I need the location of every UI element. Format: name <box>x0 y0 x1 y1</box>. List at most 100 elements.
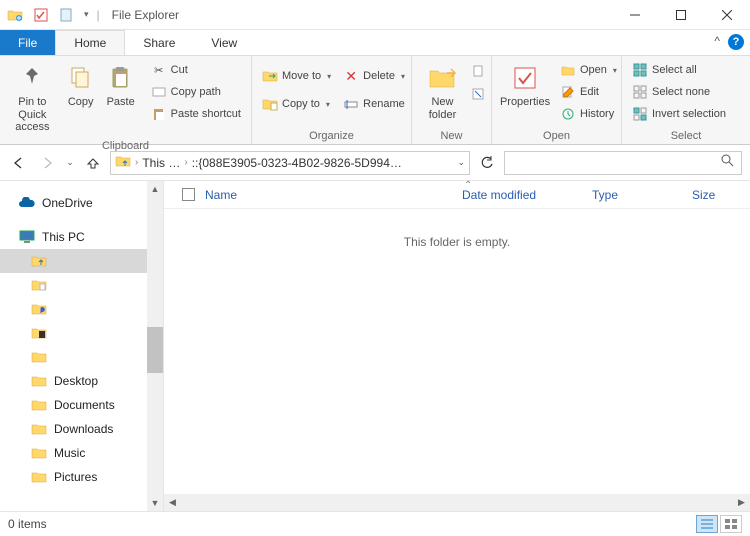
tab-view[interactable]: View <box>193 30 255 55</box>
select-all-checkbox[interactable] <box>182 188 195 201</box>
recent-dropdown[interactable]: ⌄ <box>64 152 76 174</box>
address-icon <box>115 153 131 172</box>
breadcrumb-thispc[interactable]: This … <box>142 156 180 170</box>
new-folder-button[interactable]: New folder <box>418 60 467 123</box>
help-icon[interactable]: ? <box>728 34 744 50</box>
window-title: File Explorer <box>112 8 179 22</box>
folder-icon <box>30 253 48 269</box>
folder-icon <box>30 301 48 317</box>
qat-properties-icon[interactable] <box>32 6 50 24</box>
navigation-tree[interactable]: OneDrive This PC Desktop Documents Downl… <box>0 181 164 511</box>
tree-item-music[interactable]: Music <box>0 441 163 465</box>
tab-file[interactable]: File <box>0 30 55 55</box>
refresh-button[interactable] <box>476 156 498 170</box>
up-button[interactable] <box>82 152 104 174</box>
scroll-right-icon[interactable]: ▶ <box>733 497 750 508</box>
column-type[interactable]: Type <box>584 188 684 202</box>
tree-item[interactable] <box>0 345 163 369</box>
folder-icon <box>30 445 48 461</box>
column-date[interactable]: Date modified <box>454 188 584 202</box>
group-select-label: Select <box>622 130 750 144</box>
invert-selection-button[interactable]: Invert selection <box>628 104 730 124</box>
group-organize-label: Organize <box>252 130 411 144</box>
minimize-button[interactable] <box>612 0 658 30</box>
select-none-button[interactable]: Select none <box>628 82 730 102</box>
open-icon <box>560 62 576 78</box>
delete-button[interactable]: ✕Delete <box>339 66 409 86</box>
column-headers: ⌃ Name Date modified Type Size <box>164 181 750 209</box>
paste-icon <box>105 62 137 94</box>
qat-dropdown-icon[interactable]: ▾ <box>84 9 89 20</box>
tree-item[interactable] <box>0 321 163 345</box>
address-bar[interactable]: › This … › ::{088E3905-0323-4B02-9826-5D… <box>110 151 470 175</box>
edit-icon <box>560 84 576 100</box>
pin-to-quick-access-button[interactable]: Pin to Quick access <box>6 60 59 136</box>
select-all-icon <box>632 62 648 78</box>
sort-indicator-icon: ⌃ <box>464 180 472 191</box>
rename-button[interactable]: Rename <box>339 94 409 114</box>
scroll-up-icon[interactable]: ▲ <box>147 181 163 197</box>
paste-shortcut-button[interactable]: Paste shortcut <box>147 104 245 124</box>
select-none-icon <box>632 84 648 100</box>
folder-icon <box>30 373 48 389</box>
item-count: 0 items <box>8 517 47 531</box>
column-name[interactable]: Name <box>174 188 454 202</box>
status-bar: 0 items <box>0 511 750 535</box>
thispc-icon <box>18 229 36 245</box>
open-button[interactable]: Open <box>556 60 621 80</box>
easy-access-icon[interactable] <box>471 87 485 104</box>
scroll-thumb[interactable] <box>147 327 163 373</box>
tree-item-selected-folder[interactable] <box>0 249 163 273</box>
history-button[interactable]: History <box>556 104 621 124</box>
address-dropdown-icon[interactable]: ⌄ <box>457 157 465 168</box>
qat-newfolder-icon[interactable] <box>58 6 76 24</box>
tree-item[interactable] <box>0 297 163 321</box>
onedrive-icon <box>18 195 36 211</box>
scroll-left-icon[interactable]: ◀ <box>164 497 181 508</box>
tree-item[interactable] <box>0 273 163 297</box>
paste-shortcut-icon <box>151 106 167 122</box>
forward-button[interactable] <box>36 152 58 174</box>
cut-button[interactable]: ✂Cut <box>147 60 245 80</box>
copy-to-button[interactable]: Copy to <box>258 94 335 114</box>
ribbon-collapse-icon[interactable]: ^ <box>714 34 720 48</box>
edit-button[interactable]: Edit <box>556 82 621 102</box>
tree-item-desktop[interactable]: Desktop <box>0 369 163 393</box>
ribbon: Pin to Quick access Copy Paste ✂Cut Copy… <box>0 55 750 145</box>
folder-icon <box>30 349 48 365</box>
folder-icon <box>30 277 48 293</box>
tree-item-onedrive[interactable]: OneDrive <box>0 191 163 215</box>
tree-item-pictures[interactable]: Pictures <box>0 465 163 489</box>
scroll-down-icon[interactable]: ▼ <box>147 495 163 511</box>
qat-app-icon <box>6 6 24 24</box>
empty-folder-message: This folder is empty. <box>164 235 750 249</box>
select-all-button[interactable]: Select all <box>628 60 730 80</box>
maximize-button[interactable] <box>658 0 704 30</box>
back-button[interactable] <box>8 152 30 174</box>
chevron-right-icon[interactable]: › <box>184 157 187 168</box>
tab-home[interactable]: Home <box>55 30 125 55</box>
paste-button[interactable]: Paste <box>103 60 139 111</box>
title-bar: ▾ | File Explorer <box>0 0 750 30</box>
new-item-icon[interactable] <box>471 64 485 81</box>
tree-item-documents[interactable]: Documents <box>0 393 163 417</box>
move-to-button[interactable]: Move to <box>258 66 335 86</box>
tab-share[interactable]: Share <box>125 30 193 55</box>
close-button[interactable] <box>704 0 750 30</box>
properties-button[interactable]: Properties <box>498 60 552 111</box>
details-view-button[interactable] <box>696 515 718 533</box>
tree-scrollbar[interactable]: ▲ ▼ <box>147 181 163 511</box>
column-size[interactable]: Size <box>684 188 723 202</box>
file-list-area[interactable]: ⌃ Name Date modified Type Size This fold… <box>164 181 750 511</box>
copy-button[interactable]: Copy <box>63 60 99 111</box>
tree-item-thispc[interactable]: This PC <box>0 225 163 249</box>
breadcrumb-guid[interactable]: ::{088E3905-0323-4B02-9826-5D994… <box>192 156 402 170</box>
ribbon-tabs: File Home Share View ^ ? <box>0 30 750 55</box>
chevron-right-icon[interactable]: › <box>135 157 138 168</box>
search-input[interactable] <box>504 151 742 175</box>
tree-item-downloads[interactable]: Downloads <box>0 417 163 441</box>
folder-icon <box>30 469 48 485</box>
copy-path-button[interactable]: Copy path <box>147 82 245 102</box>
horizontal-scrollbar[interactable]: ◀ ▶ <box>164 494 750 511</box>
icons-view-button[interactable] <box>720 515 742 533</box>
